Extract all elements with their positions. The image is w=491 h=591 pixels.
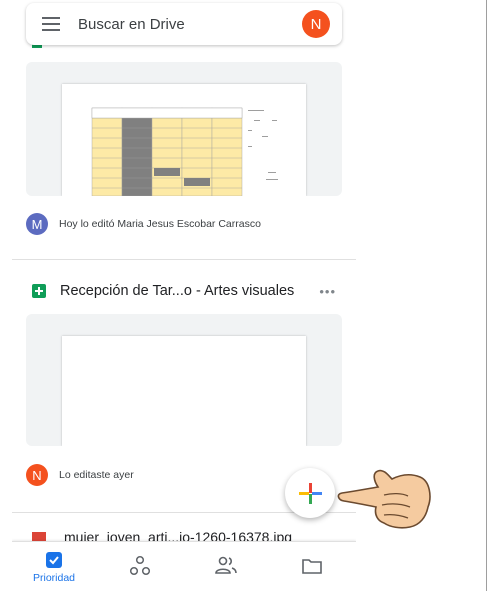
- file-title-row[interactable]: Recepción de Tar...o - Artes visuales ••…: [26, 278, 342, 304]
- workspaces-icon: [129, 555, 151, 576]
- document-page: [62, 336, 306, 446]
- file-title: Recepción de Tar...o - Artes visuales: [60, 283, 295, 299]
- nav-shared[interactable]: [196, 542, 256, 591]
- more-options-icon[interactable]: •••: [319, 284, 336, 299]
- search-bar[interactable]: Buscar en Drive N: [26, 3, 342, 45]
- pdf-icon: [32, 532, 46, 541]
- sheets-icon: [32, 284, 46, 298]
- nav-priority[interactable]: Prioridad: [24, 542, 84, 591]
- priority-checkbox-icon: [46, 552, 62, 568]
- partial-file-row[interactable]: mujer_joven_arti...io-1260-16378.jpg: [12, 527, 356, 541]
- nav-files[interactable]: [282, 542, 342, 591]
- activity-text: Lo editaste ayer: [59, 469, 134, 481]
- bottom-navigation: Prioridad: [12, 541, 356, 591]
- plus-icon: [299, 483, 322, 504]
- document-page: [62, 84, 306, 196]
- divider: [12, 259, 356, 260]
- folder-icon: [302, 559, 322, 574]
- new-button[interactable]: [285, 468, 335, 518]
- file-preview-thumbnail[interactable]: [26, 62, 342, 196]
- activity-text: Hoy lo editó Maria Jesus Escobar Carrasc…: [59, 218, 261, 230]
- page-border: [486, 0, 487, 591]
- owner-avatar: N: [26, 464, 48, 486]
- owner-avatar: M: [26, 213, 48, 235]
- pointing-hand-icon: [337, 469, 431, 529]
- nav-workspaces[interactable]: [110, 542, 170, 591]
- account-avatar[interactable]: N: [302, 10, 330, 38]
- shared-people-icon: [215, 556, 237, 574]
- nav-label-priority: Prioridad: [32, 572, 76, 584]
- file-preview-thumbnail[interactable]: [26, 314, 342, 446]
- hamburger-menu-icon[interactable]: [42, 17, 60, 31]
- spreadsheet-thumbnail-image: [91, 107, 278, 196]
- search-placeholder: Buscar en Drive: [78, 15, 185, 33]
- file-title: mujer_joven_arti...io-1260-16378.jpg: [64, 529, 293, 541]
- drive-app-screen: Buscar en Drive N M Hoy lo editó Maria J…: [12, 0, 356, 591]
- file-activity-row: M Hoy lo editó Maria Jesus Escobar Carra…: [26, 209, 342, 239]
